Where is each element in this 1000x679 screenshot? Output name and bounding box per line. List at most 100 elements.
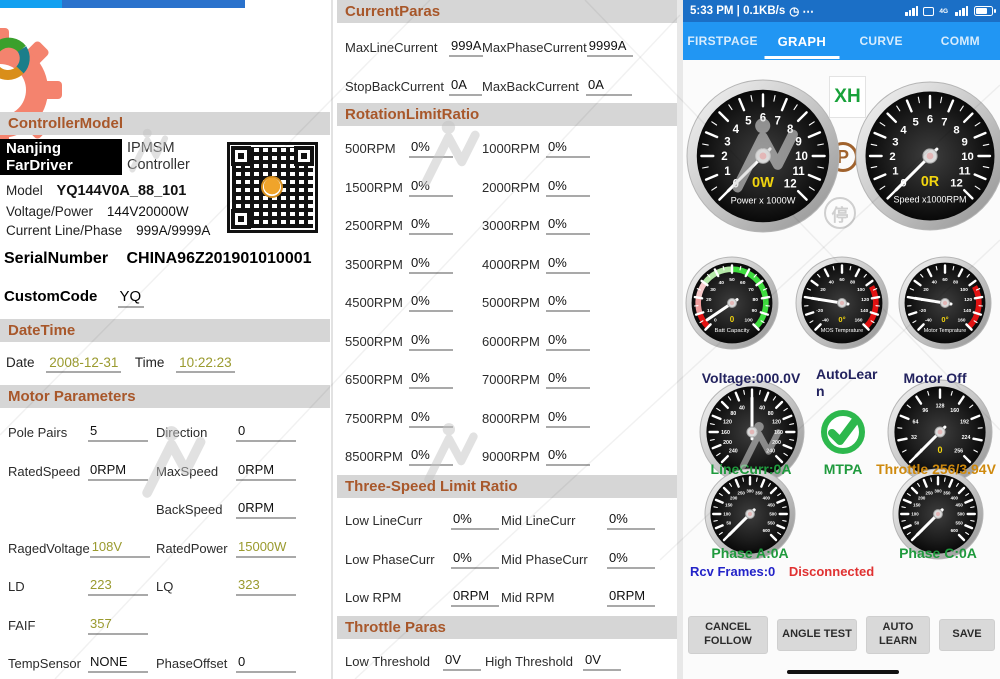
field-value[interactable]: 0% (546, 138, 590, 158)
svg-text:1: 1 (724, 166, 731, 178)
time-value[interactable]: 10:22:23 (176, 355, 235, 373)
field-value[interactable]: 0% (409, 369, 453, 389)
field-value[interactable]: 108V (90, 538, 150, 558)
field-pair: LD223 (8, 576, 156, 596)
field-value[interactable]: 0% (451, 510, 499, 530)
field-value[interactable]: 0% (546, 369, 590, 389)
svg-text:100: 100 (857, 287, 865, 292)
fardriver-controller-app: ControllerModel Nanjing FarDriver IPMSM … (0, 0, 1000, 679)
field-value[interactable]: 323 (236, 576, 296, 596)
section-header-rotation-limit: RotationLimitRatio (337, 103, 678, 126)
field-label: MaxPhaseCurrent (482, 39, 587, 57)
auto-learn-button[interactable]: AUTO LEARN (866, 616, 930, 654)
svg-text:80: 80 (730, 411, 736, 417)
field-label: 8500RPM (345, 448, 409, 466)
field-value[interactable]: 9999A (587, 37, 633, 57)
field-value[interactable]: 0A (586, 76, 632, 96)
field-pair: Low PhaseCurr0% (345, 549, 501, 569)
svg-text:224: 224 (962, 435, 971, 441)
svg-text:96: 96 (922, 408, 928, 414)
mtpa-check-icon (819, 408, 867, 456)
svg-text:600: 600 (763, 528, 771, 533)
angle-test-button[interactable]: ANGLE TEST (777, 619, 857, 651)
svg-text:40: 40 (739, 405, 745, 411)
tab-graph[interactable]: GRAPH (762, 22, 841, 60)
field-value[interactable]: 0RPM (88, 461, 148, 481)
field-value[interactable]: 0% (409, 177, 453, 197)
svg-text:6: 6 (760, 113, 766, 125)
field-pair: 2000RPM0% (482, 177, 590, 197)
field-label: 3500RPM (345, 256, 409, 274)
field-value[interactable]: 0% (546, 215, 590, 235)
field-value[interactable]: 0% (546, 177, 590, 197)
field-value[interactable]: 357 (88, 615, 148, 635)
field-value[interactable]: 0RPM (236, 461, 296, 481)
field-value[interactable]: 0% (546, 408, 590, 428)
field-value[interactable]: 15000W (236, 538, 296, 558)
field-value[interactable]: 0% (409, 254, 453, 274)
field-value[interactable]: 0% (409, 331, 453, 351)
field-value[interactable]: 0% (409, 215, 453, 235)
custom-code-value[interactable]: YQ (118, 288, 144, 308)
model-row: Model YQ144V0A_88_101 (6, 183, 210, 199)
tab-comm[interactable]: COMM (921, 22, 1000, 60)
4g-badge: 4G (939, 8, 948, 15)
field-value[interactable]: 0% (451, 549, 499, 569)
svg-text:500: 500 (957, 512, 965, 517)
field-row: 5500RPM0%6000RPM0% (345, 327, 678, 351)
sim-icon (923, 7, 934, 16)
field-value[interactable]: 0A (449, 76, 482, 96)
field-pair: 5500RPM0% (345, 331, 482, 351)
svg-text:200: 200 (918, 495, 926, 500)
field-value[interactable]: 0% (546, 254, 590, 274)
field-value[interactable]: 0% (409, 138, 453, 158)
field-value[interactable]: 999A (449, 37, 483, 57)
controller-info-panel: ControllerModel Nanjing FarDriver IPMSM … (0, 0, 330, 679)
save-button[interactable]: SAVE (939, 619, 995, 651)
field-value[interactable]: 0% (409, 408, 453, 428)
field-label: Low PhaseCurr (345, 551, 451, 569)
svg-text:Batt Capacity: Batt Capacity (714, 328, 749, 334)
section-header-motor-parameters: Motor Parameters (0, 385, 330, 408)
svg-text:450: 450 (768, 503, 776, 508)
svg-text:80: 80 (850, 280, 856, 285)
field-value[interactable]: 0% (607, 510, 655, 530)
cancel-follow-button[interactable]: CANCEL FOLLOW (688, 616, 768, 654)
field-value[interactable]: 0 (236, 422, 296, 442)
svg-text:6: 6 (927, 113, 933, 125)
field-value[interactable]: 0% (607, 549, 655, 569)
svg-text:50: 50 (729, 277, 735, 283)
field-value[interactable]: 0RPM (607, 587, 655, 607)
status-bar: 5:33 PM | 0.1KB/s ◷ ⋯ 4G (683, 0, 1000, 22)
field-value[interactable]: 0% (546, 292, 590, 312)
field-value[interactable]: NONE (88, 653, 148, 673)
field-value[interactable]: 0% (546, 331, 590, 351)
date-value[interactable]: 2008-12-31 (46, 355, 121, 373)
svg-text:20: 20 (706, 297, 712, 303)
field-value[interactable]: 0V (583, 651, 621, 671)
svg-text:160: 160 (855, 317, 863, 322)
field-value[interactable]: 0RPM (451, 587, 499, 607)
field-value[interactable]: 223 (88, 576, 148, 596)
field-value[interactable]: 5 (88, 422, 148, 442)
tab-curve[interactable]: CURVE (842, 22, 921, 60)
field-label: TempSensor (8, 655, 88, 673)
phase-a-label: Phase A:0A (711, 545, 788, 561)
mtpa-label: MTPA (824, 461, 863, 477)
field-value[interactable]: 0V (443, 651, 481, 671)
field-value[interactable]: 0% (409, 446, 453, 466)
signal-icon (904, 6, 918, 16)
svg-text:20: 20 (923, 287, 929, 292)
tab-firstpage[interactable]: FIRSTPAGE (683, 22, 762, 60)
svg-text:-20: -20 (919, 308, 926, 313)
svg-text:10: 10 (795, 151, 808, 163)
field-label: 6500RPM (345, 371, 409, 389)
field-value[interactable]: 0% (409, 292, 453, 312)
field-value[interactable]: 0RPM (236, 499, 296, 519)
field-value[interactable]: 0 (236, 653, 296, 673)
svg-text:3: 3 (724, 136, 730, 148)
field-label: Low Threshold (345, 653, 443, 671)
field-value[interactable]: 0% (546, 446, 590, 466)
field-pair: 8000RPM0% (482, 408, 590, 428)
home-indicator[interactable] (787, 670, 899, 674)
